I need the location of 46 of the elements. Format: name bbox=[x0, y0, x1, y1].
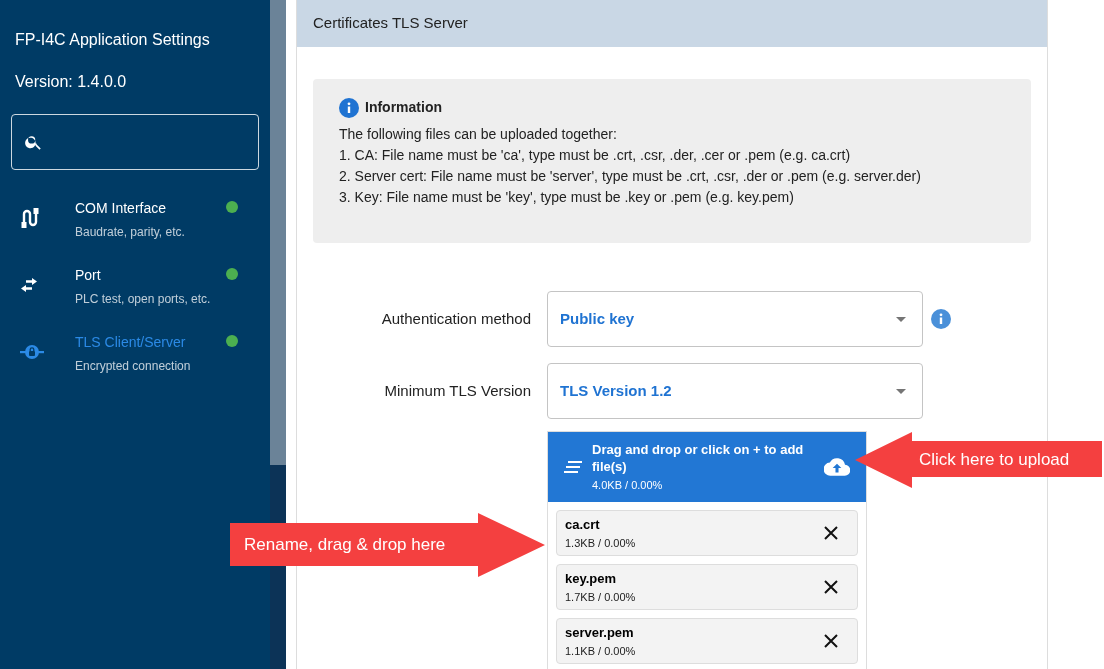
info-title: Information bbox=[365, 98, 442, 117]
info-text: 2. Server cert: File name must be 'server', type must be .crt, .csr, .der or .pem (e.g. server.der) bbox=[339, 167, 922, 186]
card-header: Certificates TLS Server bbox=[297, 0, 1047, 47]
nav-item-subtitle: Encrypted connection bbox=[75, 358, 192, 375]
nav-item[interactable]: Port PLC test, open ports, etc. bbox=[0, 255, 270, 322]
field-label: Authentication method bbox=[380, 308, 531, 329]
lock-icon bbox=[20, 344, 44, 360]
scrollbar-thumb[interactable] bbox=[270, 0, 286, 465]
select-field[interactable]: Public key bbox=[547, 291, 923, 347]
info-text: 3. Key: File name must be 'key', type must be .key or .pem (e.g. key.pem) bbox=[339, 188, 795, 207]
dropdown-caret-icon bbox=[896, 316, 906, 322]
file-size: 1.1KB / 0.00% bbox=[565, 643, 636, 659]
nav-item-label: COM Interface bbox=[75, 199, 168, 218]
swap-arrows-icon bbox=[20, 278, 38, 292]
nav-item-subtitle: PLC test, open ports, etc. bbox=[75, 291, 212, 308]
upload-instructions: Drag and drop or click on + to add file(s) bbox=[592, 440, 805, 475]
upload-header[interactable]: Drag and drop or click on + to add file(s) 4.0KB / 0.00% bbox=[548, 432, 866, 502]
nav-item[interactable]: COM Interface Baudrate, parity, etc. bbox=[0, 188, 270, 255]
file-name: ca.crt bbox=[565, 516, 601, 534]
info-text: 1. CA: File name must be 'ca', type must be .crt, .csr, .der, .cer or .pem (e.g. ca.crt) bbox=[339, 146, 852, 165]
file-size: 1.3KB / 0.00% bbox=[565, 535, 636, 551]
version-label: Version: 1.4.0.0 bbox=[14, 72, 128, 92]
nav-item-label: TLS Client/Server bbox=[75, 333, 187, 352]
cable-icon bbox=[20, 207, 40, 229]
file-name: server.pem bbox=[565, 624, 635, 642]
nav-item-subtitle: Baudrate, parity, etc. bbox=[75, 224, 186, 241]
field-label: Minimum TLS Version bbox=[383, 380, 531, 401]
info-icon[interactable] bbox=[931, 309, 951, 329]
cloud-upload-icon[interactable] bbox=[824, 457, 850, 477]
nav-item-label: Port bbox=[75, 266, 102, 285]
file-name: key.pem bbox=[565, 570, 618, 588]
close-icon bbox=[824, 580, 838, 594]
info-icon bbox=[339, 97, 359, 118]
dropdown-caret-icon bbox=[896, 388, 906, 394]
search-field[interactable] bbox=[11, 114, 259, 170]
app-title: FP-I4C Application Settings bbox=[14, 30, 211, 50]
file-size: 1.7KB / 0.00% bbox=[565, 589, 636, 605]
info-text: The following files can be uploaded together: bbox=[339, 125, 618, 144]
select-field[interactable]: TLS Version 1.2 bbox=[547, 363, 923, 419]
close-icon bbox=[824, 526, 838, 540]
callout-arrow: Click here to upload bbox=[855, 432, 1102, 488]
nav-item[interactable]: TLS Client/Server Encrypted connection bbox=[0, 322, 270, 389]
upload-size: 4.0KB / 0.00% bbox=[592, 477, 664, 493]
close-icon bbox=[824, 634, 838, 648]
callout-arrow: Rename, drag & drop here bbox=[230, 513, 545, 577]
lines-icon bbox=[564, 460, 582, 474]
